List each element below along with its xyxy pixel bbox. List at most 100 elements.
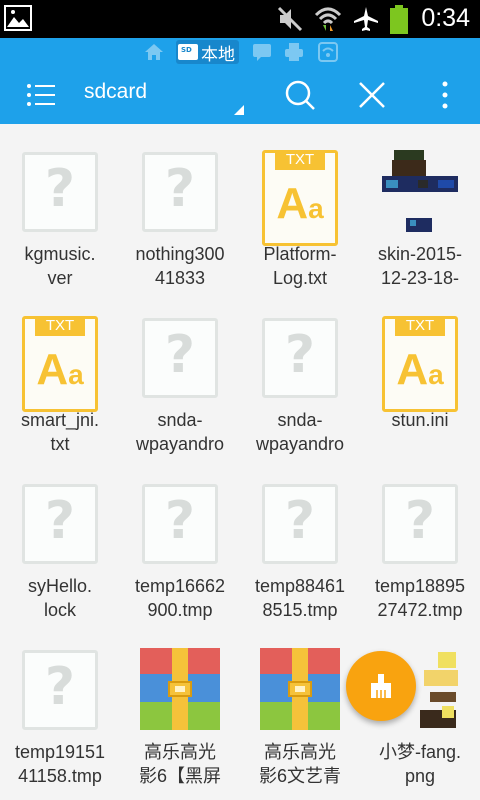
question-mark: ?	[164, 491, 196, 551]
unknown-file-icon: ?	[20, 648, 100, 732]
txt-tag: TXT	[35, 316, 85, 336]
menu-icon[interactable]	[26, 82, 56, 108]
clock: 0:34	[421, 4, 470, 32]
clean-brush-icon	[371, 674, 391, 698]
txt-frame: TXT Aa	[262, 150, 338, 246]
local-storage-tab[interactable]: SD 本地	[176, 40, 239, 65]
printer-icon[interactable]	[284, 42, 304, 62]
file-name: temp16662 900.tmp	[134, 576, 226, 620]
file-item[interactable]: 高乐高光 影6【黑屏	[120, 622, 240, 787]
file-item[interactable]: ? temp18895 27472.tmp	[360, 456, 480, 621]
file-name: 高乐高光 影6文艺青	[258, 742, 341, 786]
doc-frame: ?	[142, 484, 218, 564]
doc-frame: ?	[382, 484, 458, 564]
file-name: skin-2015- 12-23-18-	[377, 244, 463, 288]
txt-tag: TXT	[395, 316, 445, 336]
unknown-file-icon: ?	[20, 150, 100, 234]
archive-file-icon	[140, 648, 220, 732]
app-header: SD 本地 sdcard	[0, 38, 480, 124]
question-mark: ?	[284, 491, 316, 551]
skin-image-icon	[382, 150, 458, 232]
archive-file-icon	[260, 648, 340, 732]
location-tabs: SD 本地	[0, 38, 480, 68]
file-name: temp19151 41158.tmp	[14, 742, 106, 786]
file-item[interactable]: 高乐高光 影6文艺青	[240, 622, 360, 787]
unknown-file-icon: ?	[140, 150, 220, 234]
txt-frame: TXT Aa	[382, 316, 458, 412]
local-storage-label: 本地	[201, 44, 235, 65]
doc-frame: ?	[22, 650, 98, 730]
file-name: temp88461 8515.tmp	[254, 576, 346, 620]
wifi-icon	[314, 7, 342, 31]
txt-frame: TXT Aa	[22, 316, 98, 412]
file-item[interactable]: ? kgmusic. ver	[0, 124, 120, 289]
unknown-file-icon: ?	[20, 482, 100, 566]
file-name: temp18895 27472.tmp	[374, 576, 466, 620]
airplane-icon	[354, 7, 378, 31]
file-item[interactable]: ? temp88461 8515.tmp	[240, 456, 360, 621]
file-name: Platform- Log.txt	[263, 244, 337, 288]
file-name: 小梦-fang. png	[378, 742, 462, 786]
file-name: snda- wpayandro	[135, 410, 225, 454]
text-file-icon: TXT Aa	[20, 316, 100, 412]
txt-glyph: Aa	[36, 345, 84, 394]
unknown-file-icon: ?	[380, 482, 460, 566]
file-item[interactable]: ? snda- wpayandro	[240, 290, 360, 455]
gallery-icon	[4, 5, 32, 31]
txt-glyph: Aa	[276, 179, 324, 228]
question-mark: ?	[404, 491, 436, 551]
doc-frame: ?	[22, 484, 98, 564]
txt-glyph: Aa	[396, 345, 444, 394]
doc-frame: ?	[22, 152, 98, 232]
current-path[interactable]: sdcard	[84, 80, 147, 104]
doc-frame: ?	[142, 152, 218, 232]
text-file-icon: TXT Aa	[260, 150, 340, 246]
file-item[interactable]: ? snda- wpayandro	[120, 290, 240, 455]
path-dropdown-caret[interactable]	[234, 105, 244, 115]
file-name: stun.ini	[391, 410, 449, 430]
status-bar: 0:34	[0, 0, 480, 38]
file-name: 高乐高光 影6【黑屏	[138, 742, 221, 786]
question-mark: ?	[44, 657, 76, 717]
sd-card-icon: SD	[178, 44, 198, 60]
file-name: kgmusic. ver	[24, 244, 96, 288]
question-mark: ?	[164, 159, 196, 219]
unknown-file-icon: ?	[140, 316, 220, 400]
doc-frame: ?	[262, 318, 338, 398]
unknown-file-icon: ?	[140, 482, 220, 566]
close-icon[interactable]	[355, 78, 389, 112]
file-item[interactable]: ? temp16662 900.tmp	[120, 456, 240, 621]
battery-icon	[390, 5, 408, 34]
network-icon[interactable]	[318, 42, 338, 62]
archive-graphic	[140, 648, 220, 730]
search-icon[interactable]	[283, 78, 317, 112]
file-item[interactable]: skin-2015- 12-23-18-	[360, 124, 480, 289]
file-name: syHello. lock	[27, 576, 93, 620]
archive-graphic	[260, 648, 340, 730]
doc-frame: ?	[142, 318, 218, 398]
text-file-icon: TXT Aa	[380, 316, 460, 412]
file-name: smart_jni. txt	[20, 410, 100, 454]
chat-icon[interactable]	[252, 42, 272, 62]
question-mark: ?	[44, 491, 76, 551]
overflow-icon[interactable]	[428, 78, 462, 112]
file-item[interactable]: TXT Aa stun.ini	[360, 290, 480, 455]
file-item[interactable]: ? syHello. lock	[0, 456, 120, 621]
file-name: nothing300 41833	[135, 244, 225, 288]
doc-frame: ?	[262, 484, 338, 564]
file-item[interactable]: TXT Aa smart_jni. txt	[0, 290, 120, 455]
mute-icon	[277, 6, 303, 32]
home-icon[interactable]	[144, 42, 164, 62]
question-mark: ?	[164, 325, 196, 385]
toolbar: sdcard	[0, 68, 480, 124]
clean-fab-button[interactable]	[346, 651, 416, 721]
file-item[interactable]: TXT Aa Platform- Log.txt	[240, 124, 360, 289]
txt-tag: TXT	[275, 150, 325, 170]
file-item[interactable]: ? nothing300 41833	[120, 124, 240, 289]
unknown-file-icon: ?	[260, 482, 340, 566]
file-name: snda- wpayandro	[255, 410, 345, 454]
file-item[interactable]: ? temp19151 41158.tmp	[0, 622, 120, 787]
image-thumbnail	[380, 150, 460, 234]
unknown-file-icon: ?	[260, 316, 340, 400]
question-mark: ?	[44, 159, 76, 219]
